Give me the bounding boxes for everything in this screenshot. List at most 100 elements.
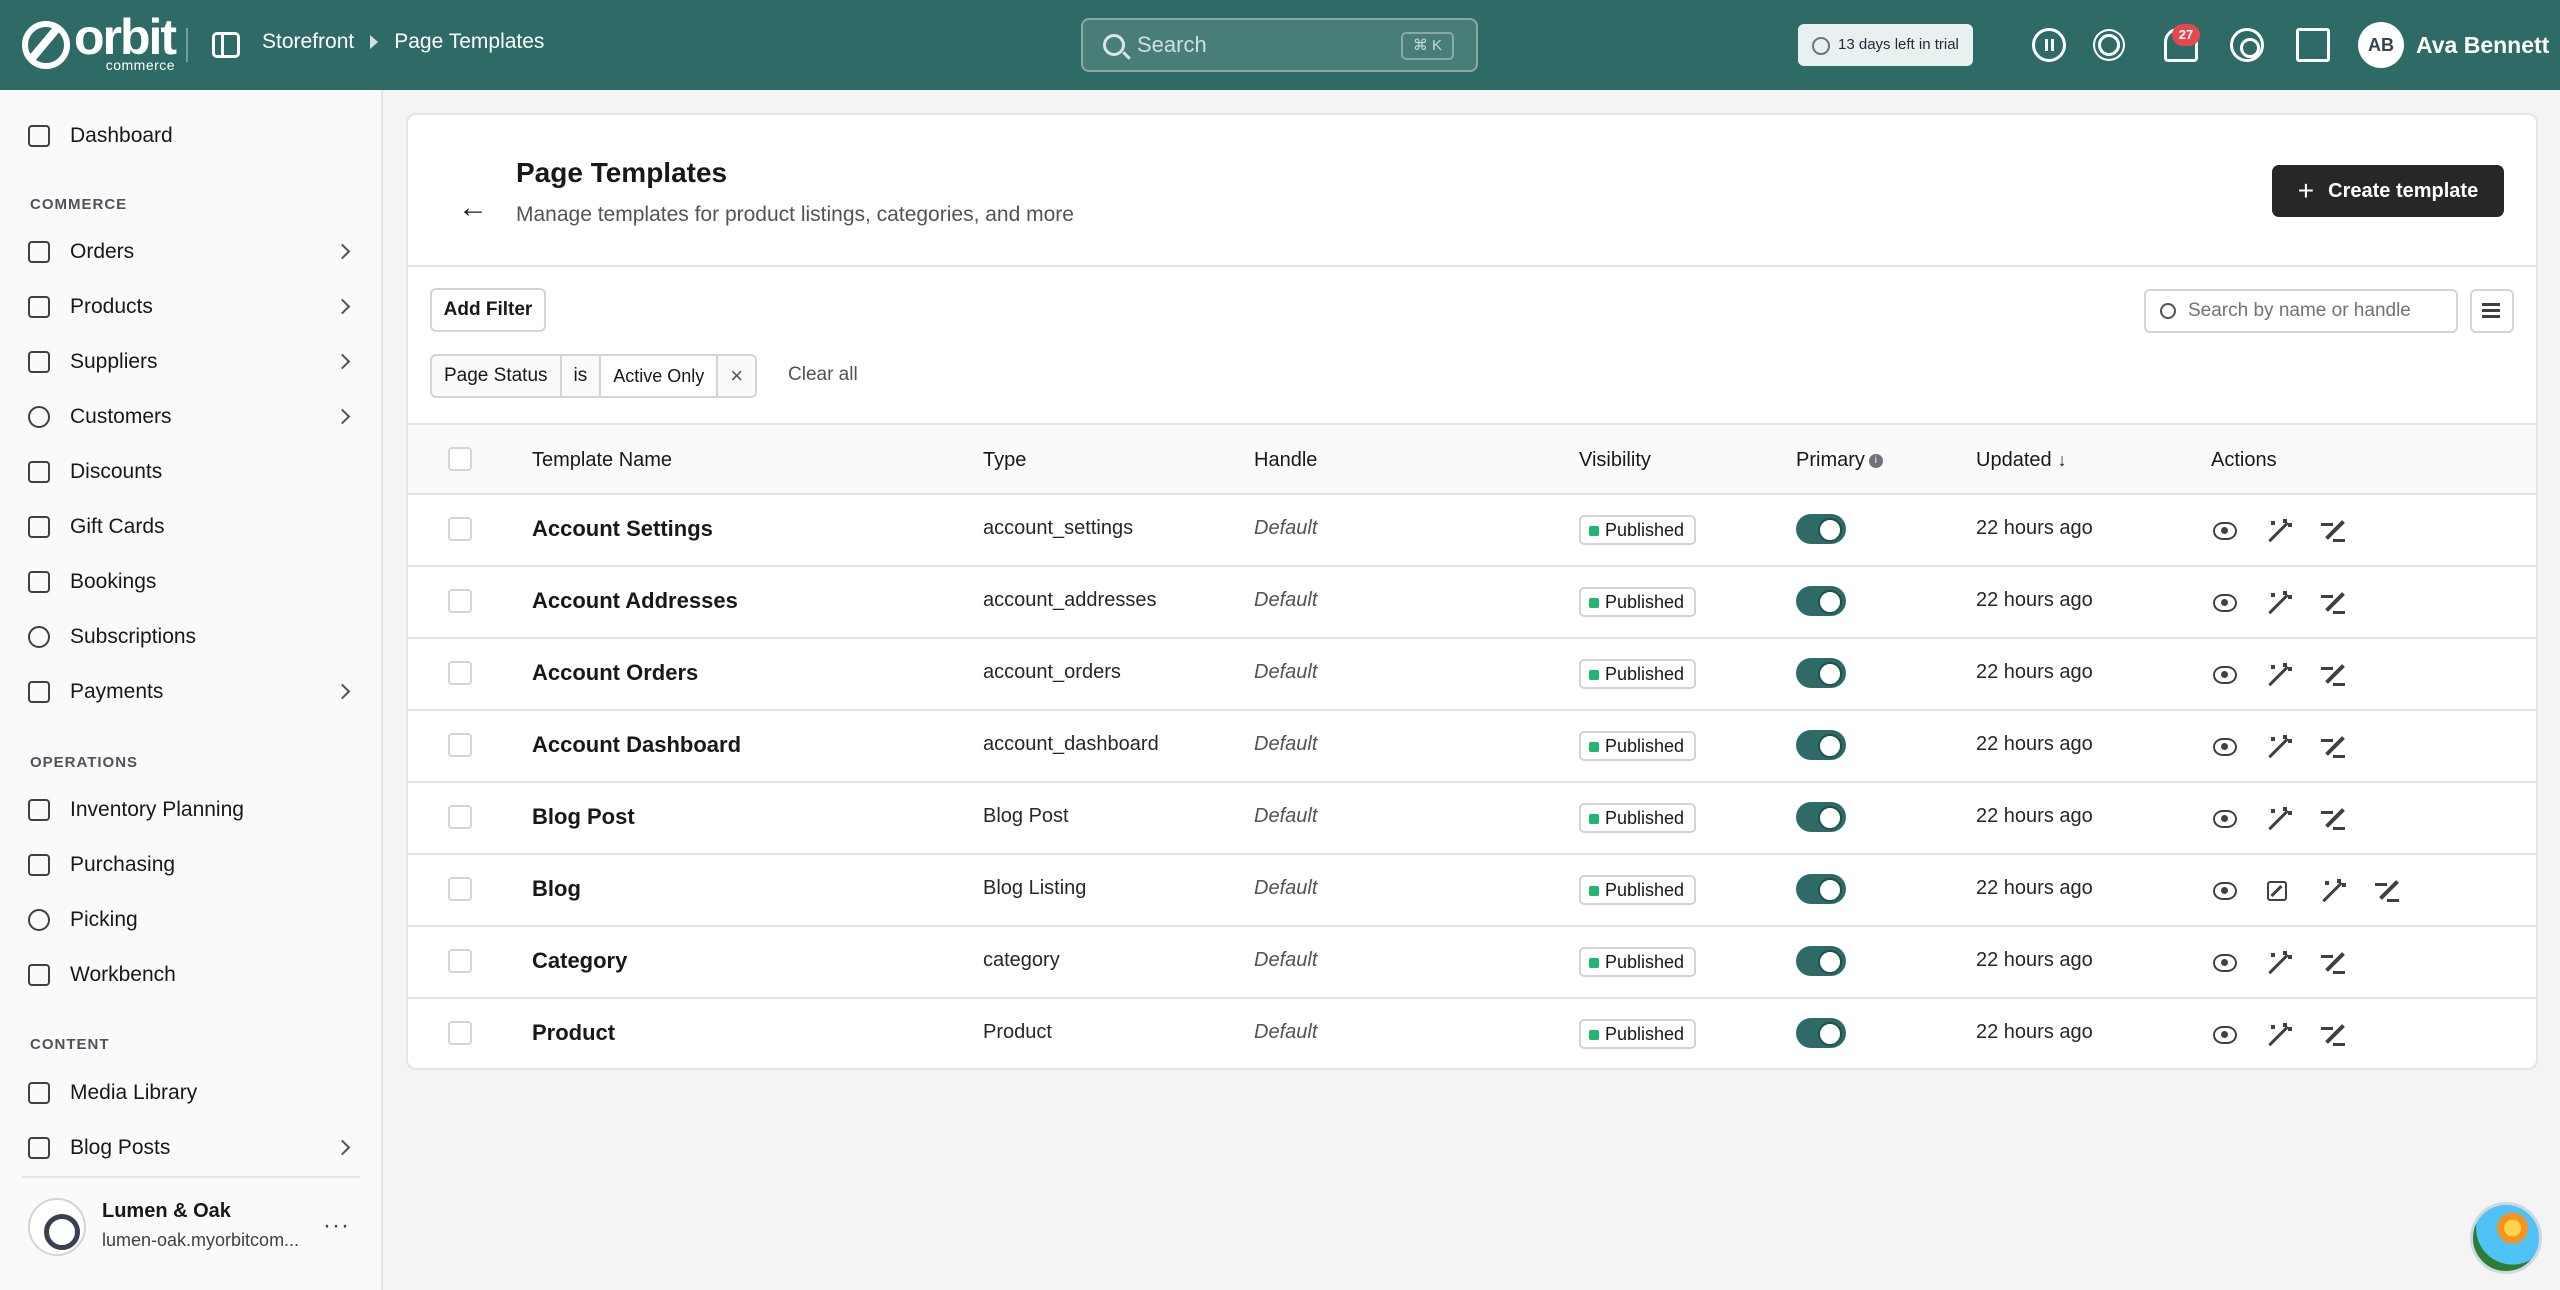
sidebar-item-workbench[interactable]: Workbench (28, 955, 358, 995)
sidebar-item-subscriptions[interactable]: Subscriptions (28, 617, 358, 657)
magic-wand-icon[interactable] (2267, 519, 2291, 543)
table-row[interactable]: Product Product Default Published 22 hours a… (408, 999, 2536, 1071)
sort-options-button[interactable] (2470, 289, 2514, 333)
table-row[interactable]: Account Dashboard account_dashboard Defaul… (408, 711, 2536, 783)
clear-all-link[interactable]: Clear all (788, 364, 858, 386)
table-row[interactable]: Account Orders account_orders Default Publi… (408, 639, 2536, 711)
eye-icon[interactable] (2213, 738, 2237, 756)
row-checkbox[interactable] (448, 805, 472, 829)
template-name[interactable]: Account Orders (532, 660, 698, 686)
table-row[interactable]: Account Addresses account_addresses Defaul… (408, 567, 2536, 639)
template-name[interactable]: Account Addresses (532, 588, 738, 614)
global-search-input[interactable]: Search ⌘ K (1081, 18, 1478, 72)
info-icon[interactable]: i (1868, 453, 1883, 468)
theme-sun-icon[interactable] (2098, 34, 2120, 56)
sidebar-item-suppliers[interactable]: Suppliers (28, 342, 358, 382)
lifebuoy-icon[interactable] (2230, 28, 2264, 62)
edit-icon[interactable] (2321, 519, 2345, 543)
table-row[interactable]: Category category Default Published 22 hours… (408, 927, 2536, 999)
filter-value[interactable]: Active Only (601, 356, 719, 396)
row-checkbox[interactable] (448, 517, 472, 541)
row-checkbox[interactable] (448, 733, 472, 757)
eye-icon[interactable] (2213, 882, 2237, 900)
primary-toggle[interactable] (1796, 730, 1846, 760)
sidebar-toggle-icon[interactable] (212, 32, 240, 58)
template-name[interactable]: Blog Post (532, 804, 635, 830)
sidebar-item-payments[interactable]: Payments (28, 672, 358, 712)
edit-icon[interactable] (2321, 951, 2345, 975)
magic-wand-icon[interactable] (2267, 591, 2291, 615)
table-row[interactable]: Blog Post Blog Post Default Published 22 hou… (408, 783, 2536, 855)
row-checkbox[interactable] (448, 1021, 472, 1045)
eye-icon[interactable] (2213, 594, 2237, 612)
template-name[interactable]: Category (532, 948, 627, 974)
eye-icon[interactable] (2213, 1026, 2237, 1044)
magic-wand-icon[interactable] (2267, 663, 2291, 687)
magic-wand-icon[interactable] (2267, 735, 2291, 759)
edit-icon[interactable] (2321, 591, 2345, 615)
feedback-icon[interactable] (2032, 28, 2066, 62)
eye-icon[interactable] (2213, 954, 2237, 972)
sidebar-item-blog-posts[interactable]: Blog Posts (28, 1128, 358, 1168)
template-search-input[interactable]: Search by name or handle (2144, 289, 2458, 333)
sidebar-item-customers[interactable]: Customers (28, 397, 358, 437)
template-name[interactable]: Account Dashboard (532, 732, 741, 758)
sidebar-item-inventory-planning[interactable]: Inventory Planning (28, 790, 358, 830)
table-row[interactable]: Account Settings account_settings Default P… (408, 495, 2536, 567)
add-filter-button[interactable]: Add Filter (430, 288, 546, 332)
row-checkbox[interactable] (448, 949, 472, 973)
row-checkbox[interactable] (448, 589, 472, 613)
sidebar-item-dashboard[interactable]: Dashboard (28, 116, 358, 156)
close-icon[interactable]: × (718, 356, 755, 396)
row-checkbox[interactable] (448, 877, 472, 901)
create-template-button[interactable]: + Create template (2272, 165, 2504, 217)
eye-icon[interactable] (2213, 522, 2237, 540)
edit-icon[interactable] (2321, 807, 2345, 831)
filter-field[interactable]: Page Status (432, 356, 562, 396)
edit-icon[interactable] (2375, 879, 2399, 903)
avatar[interactable]: AB (2358, 22, 2404, 68)
sidebar-item-bookings[interactable]: Bookings (28, 562, 358, 602)
column-visibility[interactable]: Visibility (1579, 449, 1651, 472)
row-checkbox[interactable] (448, 661, 472, 685)
select-all-checkbox[interactable] (448, 447, 472, 471)
eye-icon[interactable] (2213, 810, 2237, 828)
magic-wand-icon[interactable] (2267, 1023, 2291, 1047)
eye-icon[interactable] (2213, 666, 2237, 684)
column-updated[interactable]: Updated ↓ (1976, 449, 2067, 472)
external-link-icon[interactable] (2267, 881, 2287, 901)
assistant-avatar-button[interactable] (2470, 1202, 2542, 1274)
trial-badge[interactable]: 13 days left in trial (1798, 24, 1973, 66)
sidebar-item-picking[interactable]: Picking (28, 900, 358, 940)
storefront-icon[interactable] (2296, 28, 2330, 62)
edit-icon[interactable] (2321, 663, 2345, 687)
edit-icon[interactable] (2321, 735, 2345, 759)
primary-toggle[interactable] (1796, 658, 1846, 688)
more-horizontal-icon[interactable]: ··· (323, 1212, 350, 1240)
magic-wand-icon[interactable] (2267, 951, 2291, 975)
back-arrow-icon[interactable]: ← (458, 191, 488, 225)
primary-toggle[interactable] (1796, 874, 1846, 904)
primary-toggle[interactable] (1796, 946, 1846, 976)
sidebar-item-gift-cards[interactable]: Gift Cards (28, 507, 358, 547)
table-row[interactable]: Blog Blog Listing Default Published 22 hours… (408, 855, 2536, 927)
sidebar-item-purchasing[interactable]: Purchasing (28, 845, 358, 885)
template-name[interactable]: Blog (532, 876, 581, 902)
sidebar-item-media-library[interactable]: Media Library (28, 1073, 358, 1113)
orbit-logo[interactable]: orbit commerce (22, 12, 177, 72)
breadcrumb-storefront[interactable]: Storefront (262, 30, 354, 54)
user-name[interactable]: Ava Bennett (2416, 32, 2549, 59)
template-name[interactable]: Account Settings (532, 516, 713, 542)
column-primary[interactable]: Primary i (1796, 449, 1883, 472)
column-template-name[interactable]: Template Name (532, 449, 672, 472)
template-name[interactable]: Product (532, 1020, 615, 1046)
primary-toggle[interactable] (1796, 586, 1846, 616)
sidebar-item-discounts[interactable]: Discounts (28, 452, 358, 492)
sidebar-item-orders[interactable]: Orders (28, 232, 358, 272)
primary-toggle[interactable] (1796, 802, 1846, 832)
primary-toggle[interactable] (1796, 514, 1846, 544)
store-switcher[interactable]: Lumen & Oak lumen-oak.myorbitcom... ··· (22, 1176, 360, 1276)
primary-toggle[interactable] (1796, 1018, 1846, 1048)
edit-icon[interactable] (2321, 1023, 2345, 1047)
sidebar-item-products[interactable]: Products (28, 287, 358, 327)
